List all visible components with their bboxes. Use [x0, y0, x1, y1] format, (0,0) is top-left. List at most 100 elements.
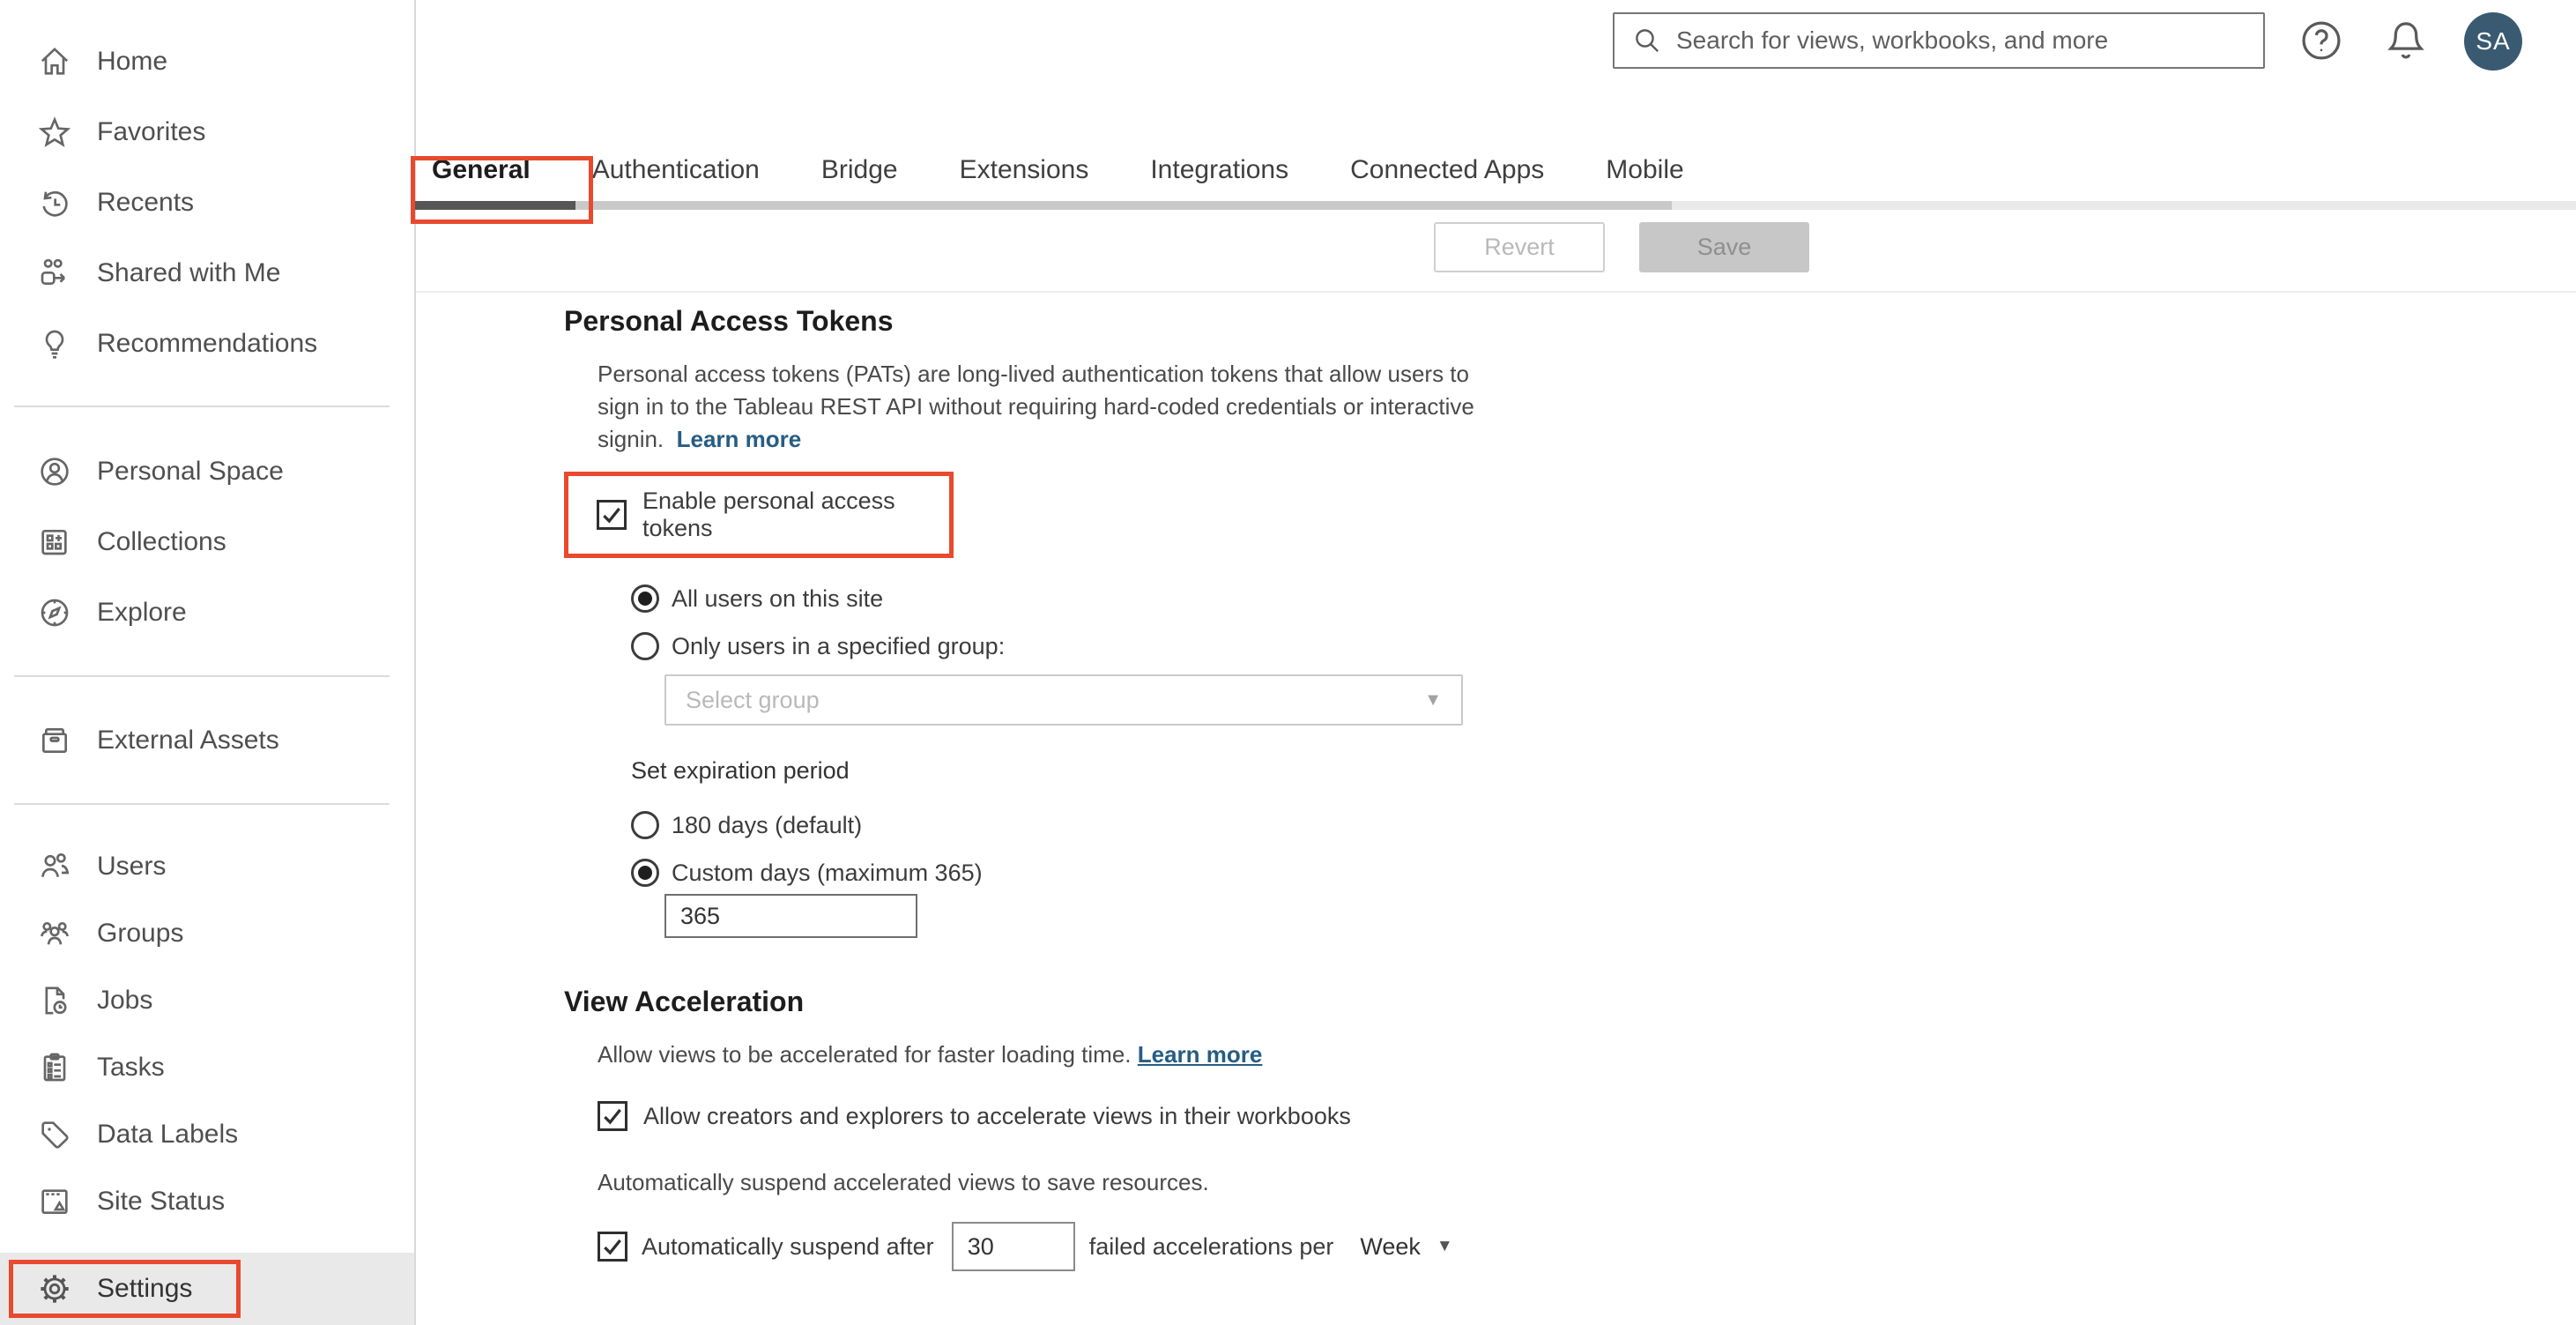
sidebar-item-external-assets[interactable]: External Assets	[0, 705, 414, 776]
sidebar-item-explore[interactable]: Explore	[0, 577, 414, 648]
suspend-period-dropdown[interactable]: Week ▼	[1360, 1233, 1452, 1261]
section-title-personal-access-tokens: Personal Access Tokens	[564, 305, 894, 337]
sidebar-item-jobs[interactable]: Jobs	[0, 967, 414, 1034]
compass-icon	[37, 595, 72, 630]
pat-description: Personal access tokens (PATs) are long-l…	[598, 358, 1646, 456]
tab-mobile[interactable]: Mobile	[1606, 155, 1683, 185]
help-button[interactable]	[2298, 18, 2344, 63]
scope-group-radio[interactable]	[631, 632, 659, 660]
sidebar-item-label: Explore	[97, 598, 187, 627]
home-icon	[37, 44, 72, 79]
sidebar-item-label: Data Labels	[97, 1120, 239, 1149]
annotation-box-enable-pat: Enable personal access tokens	[564, 472, 954, 558]
scope-group-row: Only users in a specified group:	[631, 632, 1798, 660]
search-icon	[1632, 26, 1662, 56]
collections-icon	[37, 525, 72, 560]
sidebar-item-label: Collections	[97, 527, 226, 556]
tab-scrollbar-thumb[interactable]	[416, 201, 1672, 210]
expiration-default-radio[interactable]	[631, 811, 659, 839]
sidebar-item-home[interactable]: Home	[0, 26, 414, 97]
sidebar-item-site-status[interactable]: Site Status	[0, 1168, 414, 1235]
shared-with-me-icon	[37, 256, 72, 291]
expiration-custom-row: Custom days (maximum 365)	[631, 859, 1798, 887]
enable-pat-checkbox[interactable]	[597, 500, 627, 530]
site-status-icon	[37, 1184, 72, 1219]
sidebar-item-shared-with-me[interactable]: Shared with Me	[0, 238, 414, 309]
enable-pat-row: Enable personal access tokens	[597, 488, 940, 542]
external-assets-icon	[37, 723, 72, 758]
tab-bridge[interactable]: Bridge	[821, 155, 898, 185]
groups-icon	[37, 916, 72, 951]
sidebar-item-label: External Assets	[97, 726, 279, 755]
sidebar-item-label: Users	[97, 852, 167, 881]
sidebar-item-label: Jobs	[97, 986, 153, 1015]
enable-pat-label: Enable personal access tokens	[642, 488, 895, 541]
va-description: Allow views to be accelerated for faster…	[598, 1038, 1646, 1071]
sidebar-item-label: Site Status	[97, 1187, 226, 1216]
users-icon	[37, 849, 72, 884]
jobs-icon	[37, 983, 72, 1018]
auto-suspend-prefix-label: Automatically suspend after	[642, 1232, 934, 1260]
expiration-heading: Set expiration period	[631, 757, 850, 784]
group-select-placeholder: Select group	[686, 686, 820, 713]
sidebar-item-label: Tasks	[97, 1053, 165, 1082]
sidebar-item-groups[interactable]: Groups	[0, 900, 414, 967]
global-search	[1613, 12, 2265, 69]
lightbulb-icon	[37, 326, 72, 361]
auto-suspend-checkbox[interactable]	[598, 1232, 627, 1262]
allow-acceleration-checkbox[interactable]	[598, 1101, 627, 1131]
settings-content: Personal Access Tokens Personal access t…	[564, 291, 1798, 1325]
sidebar-divider	[14, 675, 390, 677]
section-title-view-acceleration: View Acceleration	[564, 986, 805, 1017]
sidebar-item-settings[interactable]: Settings	[0, 1253, 414, 1325]
scope-group-label: Only users in a specified group:	[672, 632, 1006, 659]
tab-integrations[interactable]: Integrations	[1150, 155, 1288, 185]
sidebar-item-favorites[interactable]: Favorites	[0, 97, 414, 167]
revert-button[interactable]: Revert	[1434, 222, 1605, 272]
sidebar-item-users[interactable]: Users	[0, 833, 414, 900]
sidebar-item-data-labels[interactable]: Data Labels	[0, 1101, 414, 1168]
expiration-custom-label: Custom days (maximum 365)	[672, 859, 983, 886]
sidebar-item-label: Favorites	[97, 117, 206, 146]
sidebar: Home Favorites Recents Shared with Me Re…	[0, 0, 416, 1325]
active-tab-indicator	[414, 201, 575, 210]
suspend-description: Automatically suspend accelerated views …	[598, 1169, 1209, 1195]
pat-learn-more-link[interactable]: Learn more	[677, 426, 802, 452]
tab-connected-apps[interactable]: Connected Apps	[1350, 155, 1544, 185]
expiration-default-row: 180 days (default)	[631, 811, 1798, 839]
tab-general[interactable]: General	[432, 155, 531, 185]
sidebar-item-label: Recommendations	[97, 329, 318, 358]
sidebar-item-tasks[interactable]: Tasks	[0, 1034, 414, 1101]
sidebar-item-recommendations[interactable]: Recommendations	[0, 309, 414, 379]
sidebar-item-label: Personal Space	[97, 457, 284, 486]
sidebar-item-recents[interactable]: Recents	[0, 167, 414, 238]
star-icon	[37, 115, 72, 150]
section-title-admin-insights: Admin Insights Update Frequency	[564, 1321, 1798, 1325]
avatar[interactable]: SA	[2464, 12, 2522, 71]
chevron-down-icon: ▼	[1424, 689, 1442, 710]
group-select-dropdown[interactable]: Select group ▼	[664, 674, 1463, 726]
suspend-count-input[interactable]	[951, 1222, 1075, 1271]
tableau-settings-page: Home Favorites Recents Shared with Me Re…	[0, 0, 2576, 1325]
scope-all-users-radio[interactable]	[631, 584, 659, 613]
save-button[interactable]: Save	[1639, 222, 1809, 272]
tab-authentication[interactable]: Authentication	[592, 155, 760, 185]
sidebar-item-collections[interactable]: Collections	[0, 507, 414, 577]
search-input[interactable]	[1676, 26, 2246, 55]
sidebar-item-label: Home	[97, 47, 168, 76]
custom-days-input[interactable]	[664, 894, 917, 938]
notifications-bell-button[interactable]	[2383, 18, 2429, 63]
gear-icon	[37, 1271, 72, 1306]
sidebar-item-personal-space[interactable]: Personal Space	[0, 436, 414, 507]
expiration-custom-radio[interactable]	[631, 859, 659, 887]
recents-icon	[37, 185, 72, 220]
suspend-period-value: Week	[1360, 1232, 1421, 1260]
scope-all-users-label: All users on this site	[672, 584, 884, 612]
sidebar-divider	[14, 406, 390, 407]
tab-extensions[interactable]: Extensions	[960, 155, 1089, 185]
va-learn-more-link[interactable]: Learn more	[1138, 1041, 1263, 1068]
sidebar-item-label: Settings	[97, 1274, 193, 1303]
va-description-text: Allow views to be accelerated for faster…	[598, 1041, 1132, 1068]
sidebar-item-label: Recents	[97, 188, 195, 217]
sidebar-item-label: Groups	[97, 919, 184, 948]
